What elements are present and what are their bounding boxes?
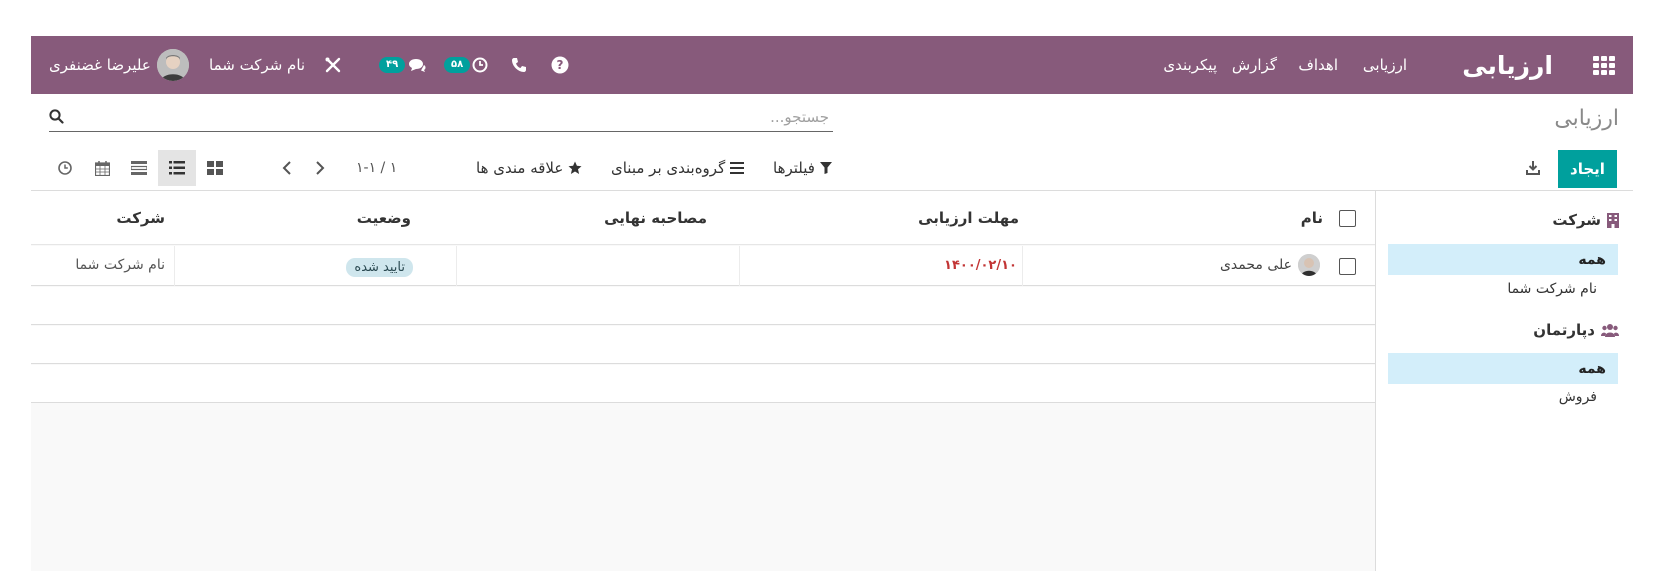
activity-count-badge: ۵۸ [444,57,471,73]
content-area: شرکت همه نام شرکت شما دپارتمان همه فروش … [31,190,1633,571]
favorites-label: علاقه مندی ها [476,159,564,177]
filter-icon [819,162,832,174]
bars-icon [730,162,745,174]
groupby-label: گروه‌بندی بر مبنای [611,159,726,177]
apps-menu-icon[interactable] [1593,56,1615,75]
search-input[interactable] [89,106,829,128]
cell-divider [739,246,740,286]
messages-count-badge: ۴۹ [379,57,406,73]
kanban-view-icon[interactable] [196,150,234,186]
column-deadline[interactable]: مهلت ارزیابی [918,209,1019,227]
list-view: نام مهلت ارزیابی مصاحبه نهایی وضعیت شرکت… [31,191,1375,571]
search-bar[interactable] [49,102,833,132]
company-header-label: شرکت [1552,211,1601,229]
activity-view-icon[interactable] [46,150,84,186]
pager-prev-icon[interactable] [276,157,298,179]
status-badge: تایید شده [346,258,413,277]
groupby-button[interactable]: گروه‌بندی بر مبنای [611,148,745,188]
search-panel: شرکت همه نام شرکت شما دپارتمان همه فروش [1375,191,1633,571]
employee-cell[interactable]: علی محمدی [1220,254,1320,276]
activity-button[interactable]: ۵۸ [444,36,488,94]
users-icon [1601,324,1619,337]
breadcrumb-title[interactable]: ارزیابی [1554,106,1619,131]
company-filter-all[interactable]: همه [1388,244,1618,275]
favorites-button[interactable]: علاقه مندی ها [476,148,582,188]
menu-goals[interactable]: اهداف [1298,36,1338,94]
department-filter-all[interactable]: همه [1388,353,1618,384]
department-filter-item[interactable]: فروش [1559,389,1597,405]
search-icon[interactable] [49,109,64,128]
filters-button[interactable]: فیلترها [773,148,832,188]
menu-configuration[interactable]: پیکربندی [1163,36,1217,94]
empty-row [31,365,1375,403]
column-company[interactable]: شرکت [116,209,165,227]
form-view-icon[interactable] [120,150,158,186]
status-cell: تایید شده [346,256,413,277]
svg-text:?: ? [557,58,564,72]
list-view-icon[interactable] [158,150,196,186]
company-cell: نام شرکت شما [75,257,165,273]
create-button[interactable]: ایجاد [1558,150,1617,188]
app-brand[interactable]: ارزیابی [1462,36,1553,94]
messages-button[interactable]: ۴۹ [379,36,427,94]
top-navbar: ارزیابی ارزیابی اهداف گزارش پیکربندی ? ۵… [31,36,1633,94]
select-all-checkbox[interactable] [1339,210,1356,227]
company-switcher[interactable]: نام شرکت شما [209,36,305,94]
clock-icon [472,57,488,73]
download-icon[interactable] [1525,160,1541,180]
department-header-label: دپارتمان [1533,321,1595,339]
table-row[interactable]: علی محمدی ۱۴۰۰/۰۲/۱۰ تایید شده نام شرکت … [31,246,1375,286]
cell-divider [456,246,457,286]
filters-label: فیلترها [773,159,815,177]
cell-divider [174,246,175,286]
phone-icon[interactable] [511,36,527,94]
star-icon [568,161,582,174]
deadline-cell: ۱۴۰۰/۰۲/۱۰ [944,258,1017,273]
cell-divider [1022,246,1023,286]
pager-value[interactable]: ۱-۱ / ۱ [356,148,397,188]
calendar-view-icon[interactable] [83,150,121,186]
column-final-interview[interactable]: مصاحبه نهایی [604,209,707,227]
debug-tools-icon[interactable] [324,36,342,94]
column-status[interactable]: وضعیت [357,209,411,227]
empty-row [31,287,1375,325]
column-name[interactable]: نام [1301,209,1323,227]
employee-avatar [1298,254,1320,276]
building-icon [1607,212,1619,228]
user-menu[interactable]: علیرضا غضنفری [49,36,189,94]
company-filter-item[interactable]: نام شرکت شما [1507,281,1597,297]
department-filter-header: دپارتمان [1533,321,1619,339]
help-icon[interactable]: ? [551,36,569,94]
menu-report[interactable]: گزارش [1232,36,1277,94]
employee-name: علی محمدی [1219,257,1292,273]
chat-icon [409,59,426,72]
user-name: علیرضا غضنفری [49,56,151,74]
row-checkbox[interactable] [1339,258,1356,275]
empty-row [31,326,1375,364]
company-filter-header: شرکت [1552,211,1619,229]
pager-next-icon[interactable] [309,157,331,179]
menu-appraisal[interactable]: ارزیابی [1363,36,1407,94]
table-header: نام مهلت ارزیابی مصاحبه نهایی وضعیت شرکت [31,191,1375,245]
app-frame: ارزیابی ارزیابی اهداف گزارش پیکربندی ? ۵… [31,36,1633,571]
user-avatar [156,49,189,81]
